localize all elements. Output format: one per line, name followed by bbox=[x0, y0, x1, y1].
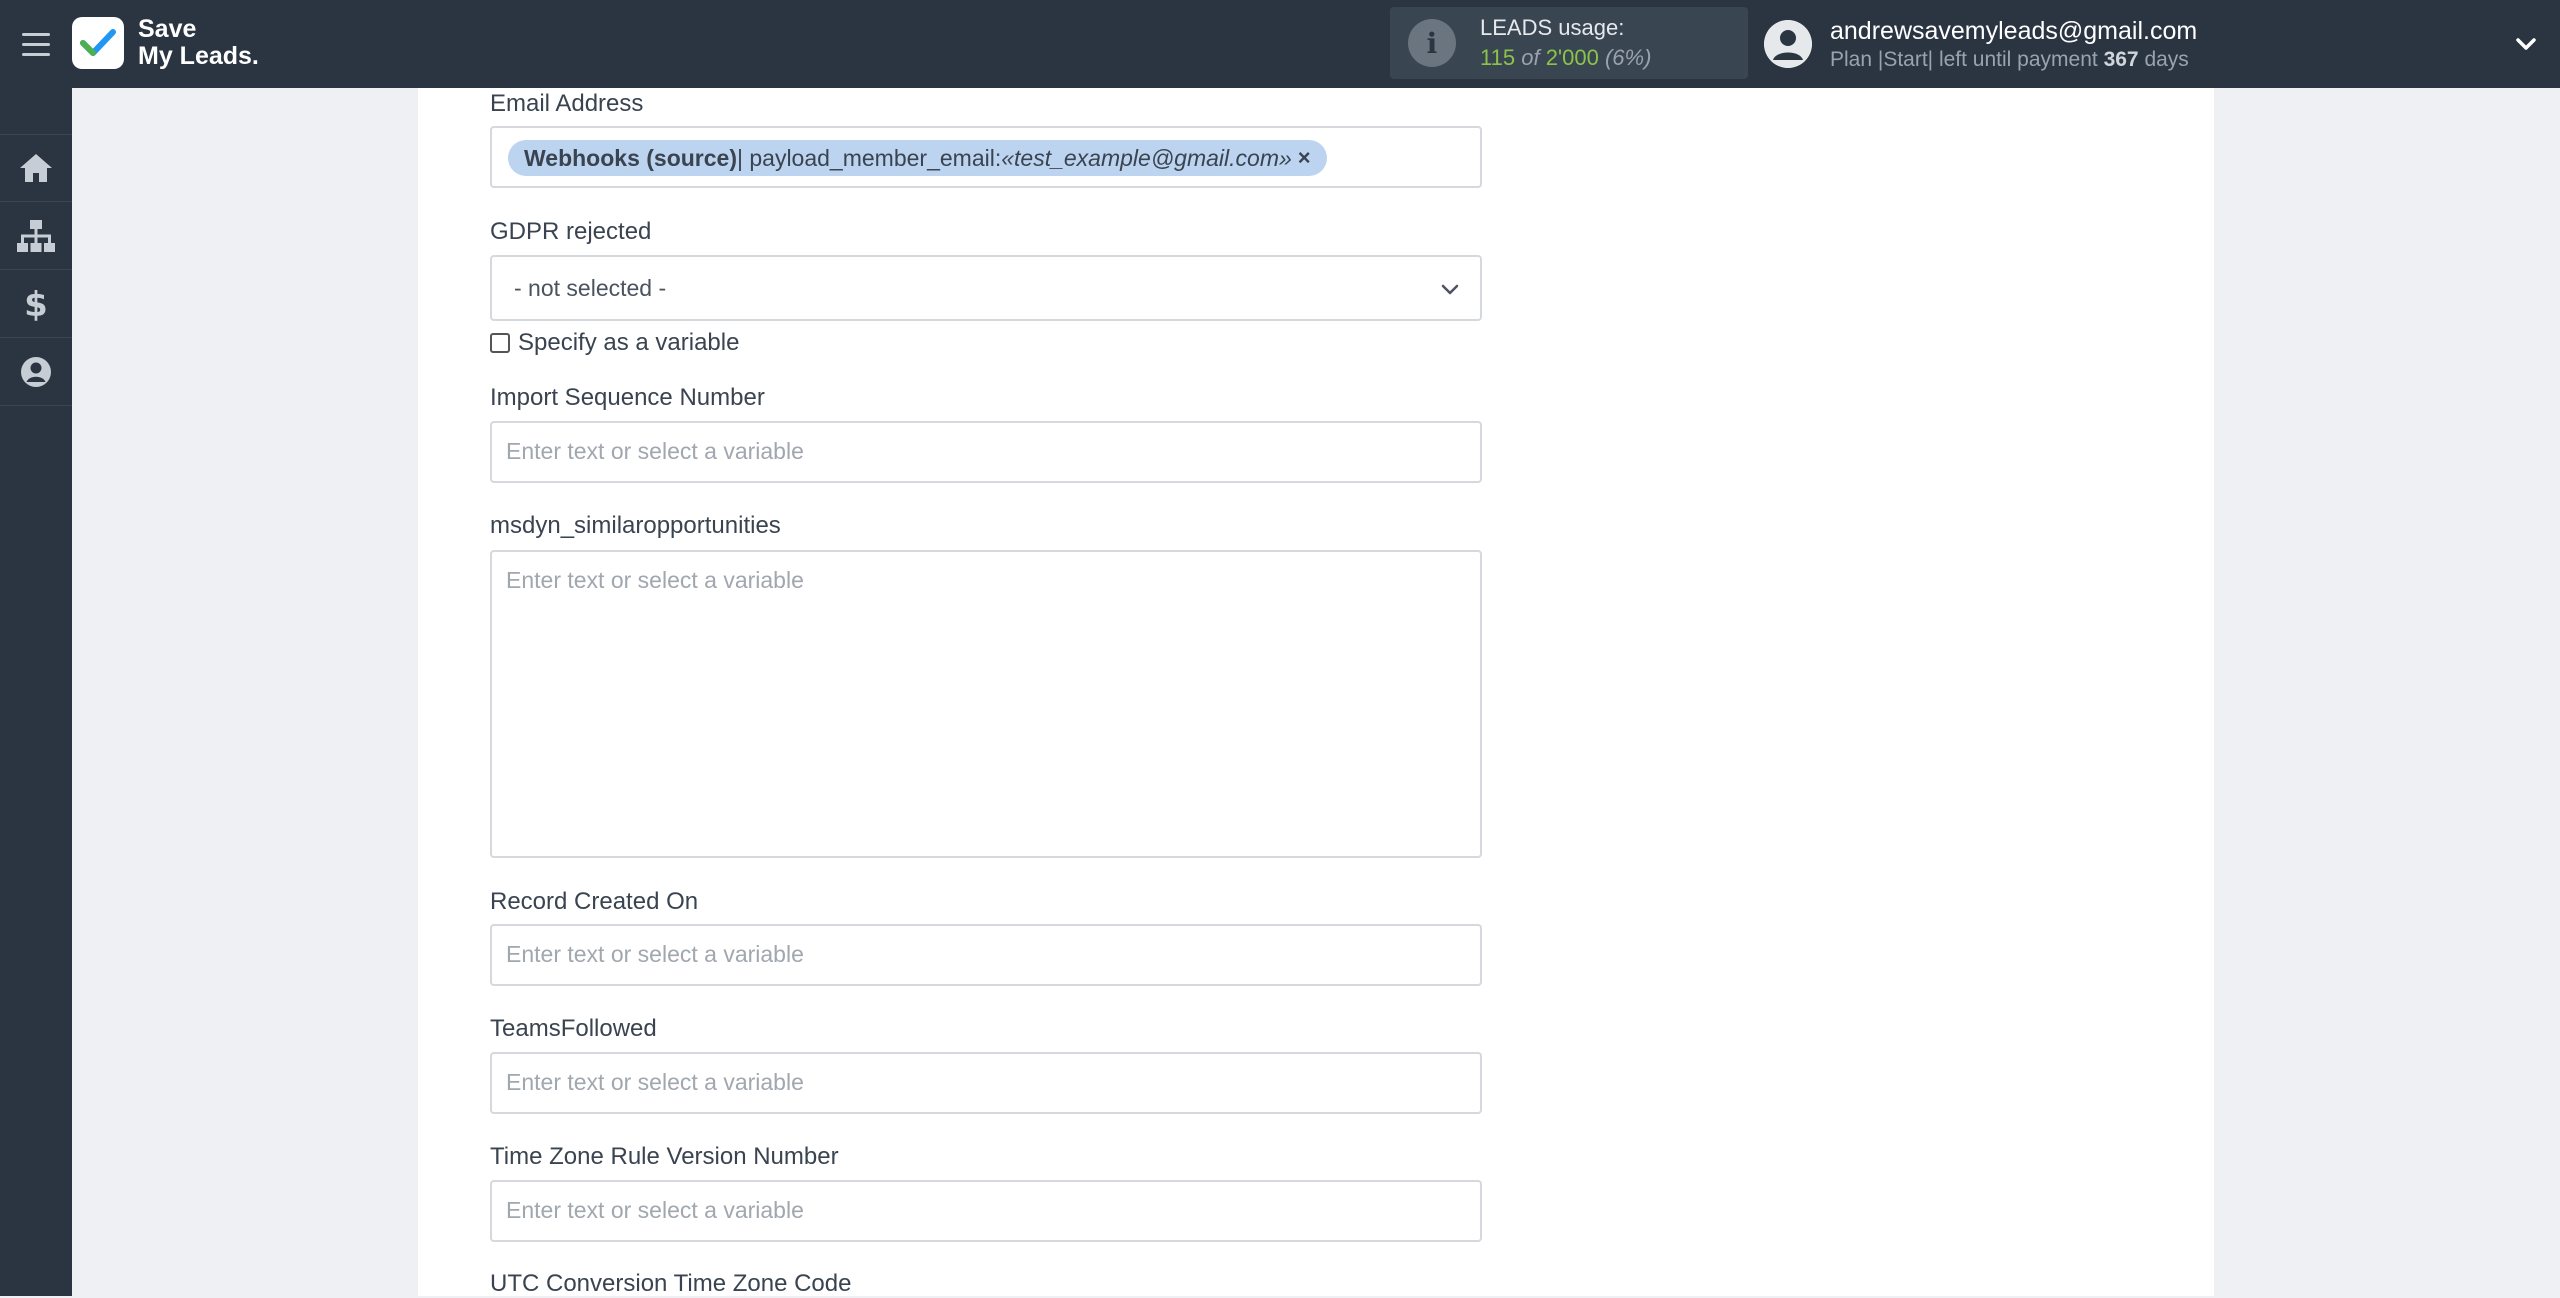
user-circle-icon bbox=[21, 356, 51, 387]
top-bar: Save My Leads. i LEADS usage: 115 of 2'0… bbox=[0, 0, 2560, 88]
specify-variable-row: Specify as a variable bbox=[490, 329, 739, 357]
hamburger-menu-icon[interactable] bbox=[16, 24, 56, 64]
sidebar: $ bbox=[0, 88, 72, 1296]
record-created-on-label: Record Created On bbox=[490, 888, 699, 915]
import-sequence-number-input[interactable]: Enter text or select a variable bbox=[490, 421, 1482, 483]
teams-followed-input[interactable]: Enter text or select a variable bbox=[490, 1052, 1482, 1114]
main-content: Email Address Webhooks (source) | payloa… bbox=[72, 88, 2560, 1297]
gdpr-rejected-select[interactable]: - not selected - bbox=[490, 255, 1482, 321]
gdpr-rejected-value: - not selected - bbox=[514, 275, 667, 301]
user-menu[interactable]: andrewsavemyleads@gmail.com Plan |Start|… bbox=[1764, 10, 2197, 78]
placeholder: Enter text or select a variable bbox=[506, 1197, 804, 1223]
email-address-label: Email Address bbox=[490, 90, 644, 117]
sidebar-item-connections[interactable] bbox=[0, 202, 72, 270]
chevron-down-icon[interactable] bbox=[2512, 30, 2540, 58]
time-zone-rule-label: Time Zone Rule Version Number bbox=[490, 1143, 839, 1170]
user-email: andrewsavemyleads@gmail.com bbox=[1830, 17, 2198, 45]
dollar-icon: $ bbox=[25, 286, 47, 322]
logo-check-icon bbox=[72, 17, 124, 69]
leads-usage-panel: i LEADS usage: 115 of 2'000 (6%) bbox=[1390, 7, 1748, 79]
plan-info: Plan |Start| left until payment 367 days bbox=[1830, 48, 2189, 71]
sitemap-icon bbox=[17, 219, 55, 252]
logo[interactable]: Save My Leads. bbox=[72, 16, 259, 70]
user-avatar-icon bbox=[1764, 20, 1812, 68]
similar-opportunities-textarea[interactable]: Enter text or select a variable bbox=[490, 550, 1482, 858]
specify-variable-checkbox[interactable] bbox=[490, 333, 510, 353]
utc-conversion-label: UTC Conversion Time Zone Code bbox=[490, 1270, 852, 1297]
remove-tag-icon[interactable]: × bbox=[1298, 145, 1311, 171]
info-icon[interactable]: i bbox=[1408, 19, 1456, 67]
placeholder: Enter text or select a variable bbox=[506, 438, 804, 464]
svg-text:$: $ bbox=[25, 286, 47, 322]
variable-tag: Webhooks (source) | payload_member_email… bbox=[508, 140, 1327, 176]
logo-text: Save My Leads. bbox=[138, 15, 259, 70]
home-icon bbox=[20, 154, 52, 182]
chevron-down-icon bbox=[1441, 284, 1459, 295]
import-sequence-number-label: Import Sequence Number bbox=[490, 384, 765, 411]
similar-opportunities-label: msdyn_similaropportunities bbox=[490, 512, 781, 539]
usage-title: LEADS usage: bbox=[1480, 15, 1625, 40]
sidebar-item-account[interactable] bbox=[0, 338, 72, 406]
placeholder: Enter text or select a variable bbox=[506, 1069, 804, 1095]
usage-numbers: 115 of 2'000 (6%) bbox=[1480, 45, 1652, 70]
placeholder: Enter text or select a variable bbox=[506, 941, 804, 967]
form-panel: Email Address Webhooks (source) | payloa… bbox=[418, 88, 2214, 1297]
specify-variable-label: Specify as a variable bbox=[518, 329, 740, 356]
email-address-field[interactable]: Webhooks (source) | payload_member_email… bbox=[490, 126, 1482, 188]
gdpr-rejected-label: GDPR rejected bbox=[490, 218, 652, 245]
placeholder: Enter text or select a variable bbox=[506, 567, 804, 593]
time-zone-rule-input[interactable]: Enter text or select a variable bbox=[490, 1180, 1482, 1242]
record-created-on-input[interactable]: Enter text or select a variable bbox=[490, 924, 1482, 986]
sidebar-item-billing[interactable]: $ bbox=[0, 270, 72, 338]
sidebar-item-home[interactable] bbox=[0, 134, 72, 202]
teams-followed-label: TeamsFollowed bbox=[490, 1015, 657, 1042]
